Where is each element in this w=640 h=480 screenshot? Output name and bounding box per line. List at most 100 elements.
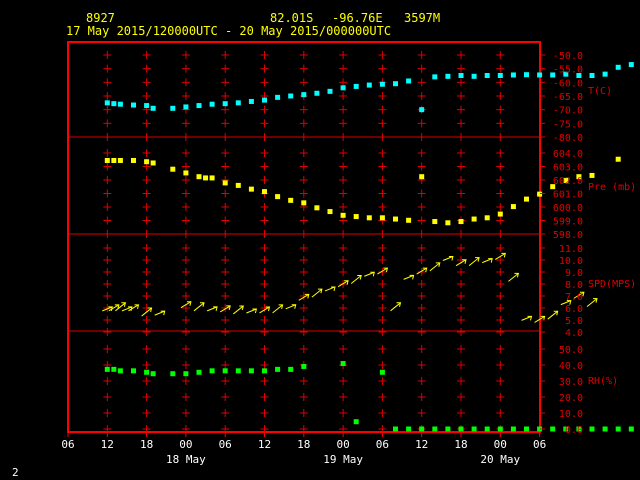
temperature-point [314, 90, 320, 96]
x-tick-label: 00 [179, 438, 192, 451]
rh-point [419, 426, 425, 432]
wind-arrow [390, 302, 401, 312]
rh-point [183, 371, 189, 377]
rh-point [209, 368, 215, 374]
y-tick-label: -55.0 [553, 65, 583, 76]
temperature-point [602, 71, 608, 77]
x-tick-label: 06 [376, 438, 389, 451]
pressure-point [248, 186, 254, 192]
temperature-point [393, 81, 398, 87]
y-tick-label: 602.0 [553, 176, 583, 187]
wind-arrow [403, 274, 414, 280]
wind-arrow [324, 286, 336, 292]
rh-point [510, 426, 516, 432]
pressure-point [366, 215, 372, 221]
wind-arrow [154, 310, 165, 316]
temperature-point [340, 85, 346, 91]
wind-arrow [350, 275, 362, 284]
x-tick-label: 18 [454, 438, 467, 451]
y-tick-label: 11.0 [559, 244, 583, 255]
rh-point [301, 363, 307, 369]
x-tick-label: 18 [297, 438, 310, 451]
x-tick-label: 12 [258, 438, 271, 451]
temperature-point [196, 103, 202, 109]
temperature-point [537, 72, 543, 78]
x-axis-labels: 06 12 18 00 06 12 18 00 06 12 18 00 06 18 May 19 May 20… [61, 432, 546, 466]
y-tick-label: 50.0 [559, 345, 583, 356]
pressure-point [301, 200, 307, 206]
day-label: 20 May [480, 453, 520, 466]
temperature-point [379, 81, 385, 87]
y-tick-label: 601.0 [553, 190, 583, 201]
x-tick-label: 00 [494, 438, 507, 451]
y-tick-label: -65.0 [553, 92, 583, 103]
panel-title: RH(%) [588, 376, 618, 387]
meteogram: 8927 82.01S -96.76E 3597M 17 May 2015/12… [12, 11, 636, 479]
rh-point [170, 371, 176, 377]
panel-title: T(C) [588, 86, 612, 97]
wind-arrow [193, 302, 205, 312]
x-tick-label: 12 [101, 438, 114, 451]
y-tick-label: -70.0 [553, 106, 583, 117]
y-tick-label: 0.0 [565, 425, 583, 436]
rh-point [275, 366, 281, 372]
wind-arrow [364, 271, 375, 277]
y-tick-label: 30.0 [559, 377, 583, 388]
pressure-point [406, 217, 412, 223]
temperature-point [615, 64, 621, 70]
rh-point [432, 426, 438, 432]
rh-point [262, 368, 267, 374]
pressure-point [353, 214, 359, 220]
pressure-point [117, 157, 123, 163]
wind-arrow [468, 257, 480, 267]
y-tick-label: 603.0 [553, 163, 583, 174]
rh-point [248, 368, 254, 374]
temperature-point [524, 72, 529, 78]
temperature-point [406, 78, 412, 84]
temperature-point [353, 83, 359, 89]
y-tick-label: 604.0 [553, 149, 583, 160]
wind-arrow [232, 305, 244, 315]
y-tick-label: 10.0 [559, 256, 583, 267]
pressure-point [471, 216, 477, 222]
pressure-point [183, 170, 189, 176]
rh-point [458, 426, 464, 432]
pressure-point [537, 191, 543, 197]
temperature-point [628, 62, 634, 68]
rh-point [445, 426, 451, 432]
y-tick-label: 4.0 [565, 328, 583, 339]
pressure-point [111, 157, 117, 163]
y-tick-label: 20.0 [559, 393, 583, 404]
y-tick-label: 600.0 [553, 203, 583, 214]
temperature-point [131, 102, 136, 108]
panel-title: SPD(MPS) [588, 279, 636, 290]
temperature-point [248, 98, 254, 104]
day-label: 19 May [323, 453, 363, 466]
temperature-point [445, 73, 451, 79]
rh-point [117, 368, 123, 374]
wind-arrow [272, 304, 283, 314]
temperature-point [183, 104, 189, 110]
temperature-point [111, 101, 117, 107]
temperature-point [170, 105, 176, 111]
temperature-point [209, 101, 215, 107]
station-elev: 3597M [404, 11, 440, 25]
pressure-point [314, 205, 320, 211]
temperature-point [327, 88, 333, 94]
pressure-point [340, 212, 346, 218]
y-tick-label: -80.0 [553, 133, 583, 144]
temperature-point [288, 93, 294, 99]
pressure-point [196, 174, 202, 180]
y-tick-label: 5.0 [565, 316, 583, 327]
temperature-point [497, 73, 503, 78]
temperature-point [104, 100, 110, 106]
temperature-point [222, 101, 228, 107]
pressure-point [615, 156, 621, 162]
temperature-point [484, 73, 490, 78]
pressure-point [104, 157, 110, 163]
rh-point [471, 426, 477, 432]
y-tick-label: -50.0 [553, 51, 583, 62]
pressure-point [170, 166, 176, 172]
y-tick-label: 10.0 [559, 409, 583, 420]
rh-point [340, 361, 346, 367]
